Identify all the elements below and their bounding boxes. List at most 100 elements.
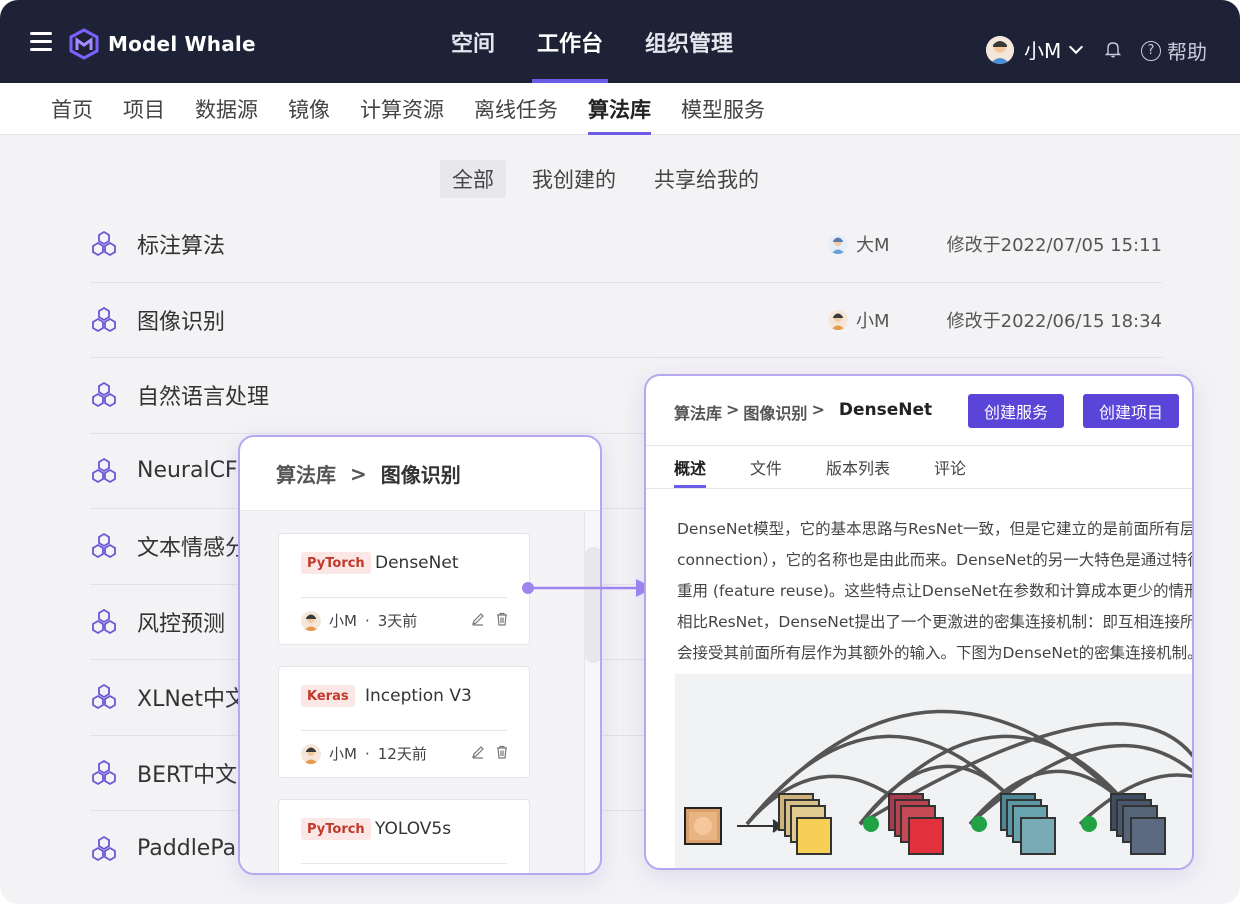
brand-name: Model Whale bbox=[108, 32, 256, 56]
breadcrumb-root[interactable]: 算法库 bbox=[674, 400, 722, 424]
algorithm-title: NeuralCF bbox=[137, 458, 238, 484]
breadcrumb: 算法库 > 图像识别 bbox=[240, 437, 600, 511]
breadcrumb-separator: > bbox=[350, 461, 367, 486]
cubes-icon bbox=[92, 306, 116, 332]
framework-tag: PyTorch bbox=[301, 552, 371, 574]
owner-name: 小M bbox=[329, 745, 357, 763]
tab-home[interactable]: 首页 bbox=[36, 83, 108, 135]
list-item[interactable]: 标注算法 大M 修改于2022/07/05 15:11 bbox=[90, 207, 1162, 283]
help-label: 帮助 bbox=[1167, 40, 1207, 64]
algorithm-card[interactable]: PyTorch YOLOV5s bbox=[278, 799, 530, 873]
card-actions bbox=[471, 745, 509, 759]
algorithm-detail-panel: 算法库 > 图像识别 > DenseNet 创建服务 创建项目 概述 文件 版本… bbox=[644, 374, 1194, 870]
trash-icon[interactable] bbox=[495, 612, 509, 626]
avatar bbox=[301, 610, 321, 631]
connector-arrow-icon bbox=[522, 579, 654, 597]
modified-time: 修改于2022/06/15 18:34 bbox=[946, 310, 1162, 332]
algorithm-name: Inception V3 bbox=[365, 686, 472, 706]
relative-time: 3天前 bbox=[377, 612, 418, 630]
version-list: PyTorch DenseNet 小M · 3天前 Keras Inceptio… bbox=[240, 511, 584, 873]
cubes-icon bbox=[92, 231, 116, 257]
user-menu[interactable]: 小M bbox=[986, 35, 1084, 64]
detail-tabs: 概述 文件 版本列表 评论 bbox=[674, 446, 1010, 488]
cubes-icon bbox=[92, 533, 116, 559]
owner: 大M bbox=[828, 231, 890, 257]
model-whale-logo-icon bbox=[69, 28, 99, 60]
hamburger-menu-icon[interactable] bbox=[30, 32, 52, 54]
main-nav-workbench[interactable]: 工作台 bbox=[516, 0, 624, 83]
main-nav-org-management[interactable]: 组织管理 bbox=[624, 0, 754, 83]
cubes-icon bbox=[92, 835, 116, 861]
owner-name: 小M bbox=[329, 612, 357, 630]
logo[interactable]: Model Whale bbox=[68, 28, 256, 60]
paragraph: 相比ResNet，DenseNet提出了一个更激进的密集连接机制：即互相连接所有… bbox=[677, 607, 1194, 669]
tab-comments[interactable]: 评论 bbox=[934, 446, 966, 488]
trash-icon[interactable] bbox=[495, 745, 509, 759]
tab-images[interactable]: 镜像 bbox=[273, 83, 345, 135]
paragraph: DenseNet模型，它的基本思路与ResNet一致，但是它建立的是前面所有层与… bbox=[677, 514, 1194, 607]
text-line: connection），它的名称也是由此而来。DenseNet的另一大特色是通过… bbox=[677, 551, 1194, 569]
tab-offline-tasks[interactable]: 离线任务 bbox=[459, 83, 573, 135]
filter-shared-with-me[interactable]: 共享给我的 bbox=[642, 160, 771, 198]
user-avatar bbox=[986, 35, 1014, 64]
tab-compute[interactable]: 计算资源 bbox=[345, 83, 459, 135]
tab-datasources[interactable]: 数据源 bbox=[180, 83, 273, 135]
overview-text: DenseNet模型，它的基本思路与ResNet一致，但是它建立的是前面所有层与… bbox=[677, 514, 1194, 669]
help-link[interactable]: ? 帮助 bbox=[1141, 36, 1207, 65]
breadcrumb-separator: > bbox=[726, 400, 740, 419]
list-item[interactable]: 图像识别 小M 修改于2022/06/15 18:34 bbox=[90, 283, 1162, 358]
dense-connectivity-diagram bbox=[684, 709, 1192, 855]
tab-files[interactable]: 文件 bbox=[750, 446, 782, 488]
avatar bbox=[828, 234, 848, 255]
filter-created-by-me[interactable]: 我创建的 bbox=[520, 160, 628, 198]
owner: 小M bbox=[828, 307, 890, 333]
tab-versions[interactable]: 版本列表 bbox=[826, 446, 890, 488]
algorithm-card[interactable]: Keras Inception V3 小M · 12天前 bbox=[278, 666, 530, 778]
main-nav-space[interactable]: 空间 bbox=[430, 0, 516, 83]
cubes-icon bbox=[92, 608, 116, 634]
tab-projects[interactable]: 项目 bbox=[108, 83, 180, 135]
algorithm-title: 自然语言处理 bbox=[137, 385, 270, 411]
edit-icon[interactable] bbox=[471, 745, 485, 759]
question-circle-icon: ? bbox=[1141, 40, 1161, 61]
algorithm-title: BERT中文 bbox=[137, 762, 238, 788]
scrollbar[interactable] bbox=[584, 511, 600, 873]
card-meta: 小M · 12天前 bbox=[301, 743, 427, 764]
tab-algorithm-library[interactable]: 算法库 bbox=[573, 83, 666, 135]
text-line: 相比ResNet，DenseNet提出了一个更激进的密集连接机制：即互相连接所有 bbox=[677, 613, 1194, 631]
densenet-diagram bbox=[675, 674, 1192, 868]
tab-model-services[interactable]: 模型服务 bbox=[666, 83, 780, 135]
breadcrumb-parent[interactable]: 图像识别 bbox=[743, 400, 807, 424]
algorithm-card[interactable]: PyTorch DenseNet 小M · 3天前 bbox=[278, 533, 530, 645]
create-project-button[interactable]: 创建项目 bbox=[1083, 394, 1180, 428]
framework-tag: PyTorch bbox=[301, 818, 371, 840]
algorithm-versions-panel: 算法库 > 图像识别 PyTorch DenseNet 小M · 3天前 Ker… bbox=[238, 435, 602, 875]
algorithm-name: YOLOV5s bbox=[375, 819, 452, 839]
divider bbox=[301, 863, 507, 864]
scrollbar-thumb[interactable] bbox=[585, 547, 600, 663]
algorithm-title: XLNet中文 bbox=[137, 687, 247, 713]
algorithm-title: 图像识别 bbox=[137, 309, 226, 335]
divider bbox=[301, 597, 507, 598]
breadcrumb-root[interactable]: 算法库 bbox=[276, 459, 336, 488]
card-meta: 小M · 3天前 bbox=[301, 610, 417, 631]
edit-icon[interactable] bbox=[471, 612, 485, 626]
filter-all[interactable]: 全部 bbox=[440, 160, 506, 198]
bell-icon[interactable] bbox=[1105, 40, 1121, 58]
algorithm-name: DenseNet bbox=[375, 553, 459, 573]
create-service-button[interactable]: 创建服务 bbox=[968, 394, 1065, 428]
detail-header: 算法库 > 图像识别 > DenseNet 创建服务 创建项目 bbox=[646, 376, 1192, 446]
algorithm-title: 文本情感分 bbox=[137, 536, 248, 562]
chevron-down-icon bbox=[1069, 39, 1084, 54]
algorithm-title: 标注算法 bbox=[137, 234, 226, 260]
cubes-icon bbox=[92, 382, 116, 408]
breadcrumb: 算法库 > 图像识别 > DenseNet bbox=[674, 400, 932, 424]
top-bar: Model Whale 空间 工作台 组织管理 小M ? 帮助 bbox=[0, 0, 1240, 83]
algorithm-title: 风控预测 bbox=[137, 611, 226, 637]
text-line: 重用 (feature reuse)。这些特点让DenseNet在参数和计算成本… bbox=[677, 582, 1194, 600]
app-frame: Model Whale 空间 工作台 组织管理 小M ? 帮助 首页 项目 数据… bbox=[0, 0, 1240, 904]
avatar bbox=[828, 309, 848, 330]
divider bbox=[301, 730, 507, 731]
tab-overview[interactable]: 概述 bbox=[674, 446, 707, 488]
owner-name: 大M bbox=[856, 235, 890, 257]
